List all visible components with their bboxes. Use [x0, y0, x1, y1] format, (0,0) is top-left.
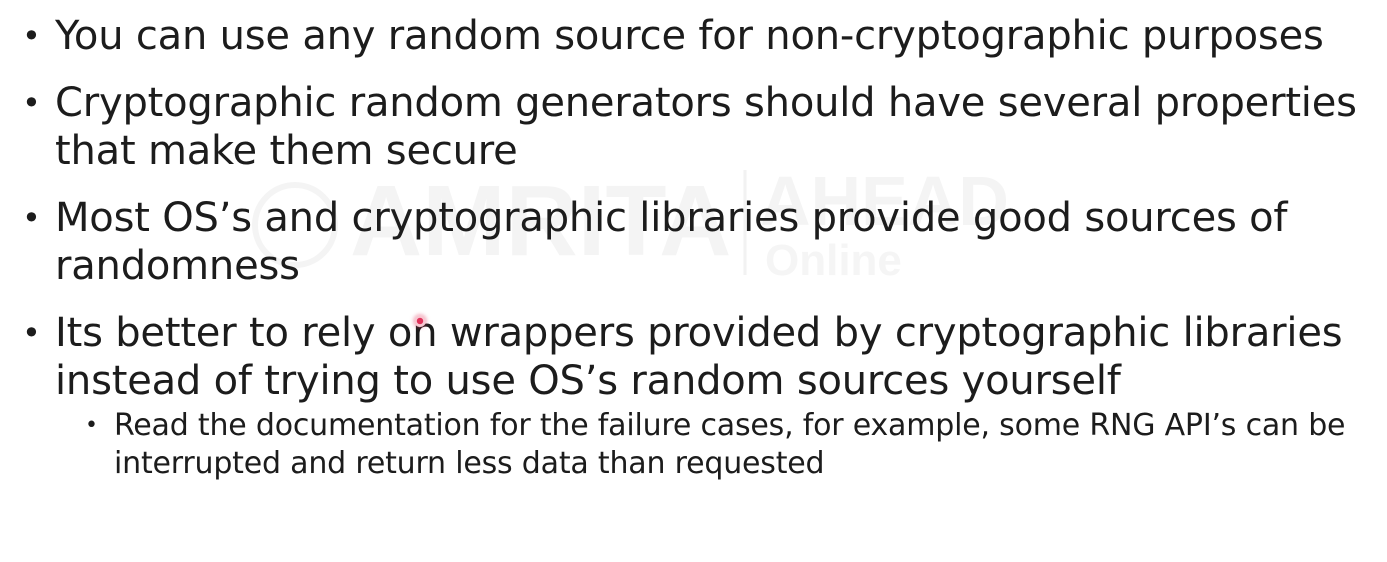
sub-bullet-item: Read the documentation for the failure c…: [55, 407, 1377, 483]
bullet-text: Most OS’s and cryptographic libraries pr…: [55, 195, 1288, 289]
bullet-item: Its better to rely on wrappers provided …: [22, 309, 1377, 483]
sub-bullet-list: Read the documentation for the failure c…: [55, 407, 1377, 483]
sub-bullet-text: Read the documentation for the failure c…: [114, 408, 1346, 481]
bullet-text: Cryptographic random generators should h…: [55, 80, 1357, 174]
bullet-item: You can use any random source for non-cr…: [22, 12, 1377, 60]
bullet-list: You can use any random source for non-cr…: [22, 12, 1377, 502]
laser-pointer-dot: [414, 315, 426, 327]
bullet-item: Cryptographic random generators should h…: [22, 79, 1377, 175]
slide: AMRITA AHEAD Online You can use any rand…: [0, 0, 1387, 562]
bullet-text: Its better to rely on wrappers provided …: [55, 310, 1343, 404]
bullet-text: You can use any random source for non-cr…: [55, 13, 1324, 59]
bullet-item: Most OS’s and cryptographic libraries pr…: [22, 194, 1377, 290]
